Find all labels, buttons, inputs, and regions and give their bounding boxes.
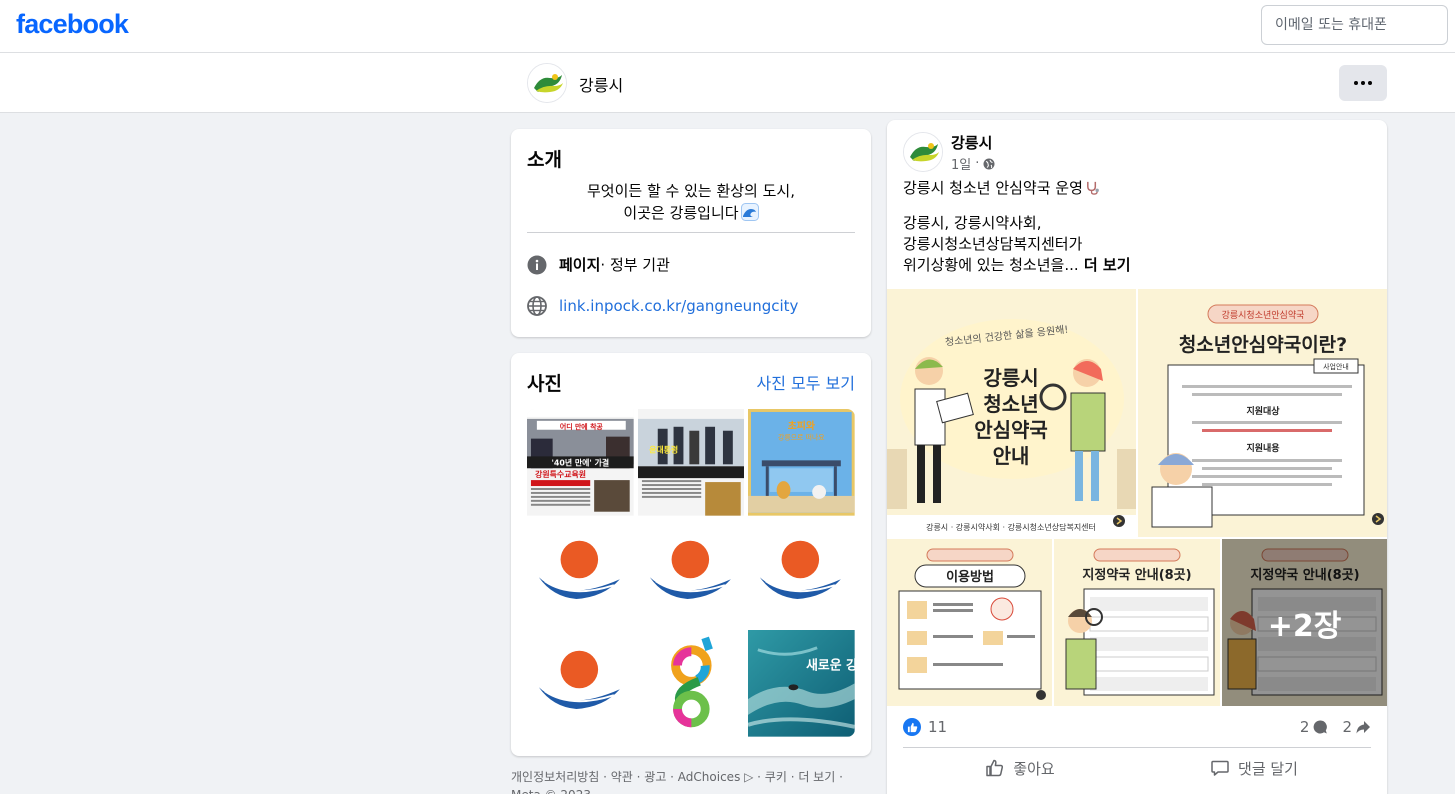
intro-bio: 무엇이든 할 수 있는 환상의 도시, 이곳은 강릉입니다 bbox=[527, 180, 855, 224]
svg-text:강릉시 · 강릉시약사회 · 강릉시청소년상담복지센터: 강릉시 · 강릉시약사회 · 강릉시청소년상담복지센터 bbox=[926, 522, 1096, 532]
image-1-title-3: 안심약국 bbox=[974, 418, 1048, 442]
share-count: 2 bbox=[1342, 718, 1352, 736]
comment-count-icon bbox=[1314, 720, 1328, 734]
website-link[interactable]: link.inpock.co.kr/gangneungcity bbox=[559, 297, 798, 315]
like-count[interactable]: 11 bbox=[928, 718, 947, 736]
dot-icon bbox=[1368, 81, 1372, 85]
post-image-4[interactable]: 지정약국 안내(8곳) bbox=[1054, 539, 1220, 706]
comment-count-wrap[interactable]: 2 bbox=[1300, 718, 1329, 736]
post-actions: 좋아요 댓글 달기 bbox=[903, 752, 1371, 784]
post-line-1: 강릉시 청소년 안심약국 운영 bbox=[903, 179, 1083, 197]
category-value: · 정부 기관 bbox=[600, 256, 670, 274]
photo-logo-sun-4[interactable] bbox=[527, 630, 634, 737]
reactions-bar: 11 2 2 bbox=[903, 717, 1371, 737]
image-1-title-4: 안내 bbox=[993, 444, 1030, 468]
see-more-link[interactable]: 더 보기 bbox=[1079, 256, 1131, 274]
footer-line-1[interactable]: 개인정보처리방침 · 약관 · 광고 · AdChoices ▷ · 쿠키 · … bbox=[511, 768, 871, 786]
page-avatar[interactable] bbox=[527, 63, 567, 103]
comment-button-label: 댓글 달기 bbox=[1238, 759, 1298, 778]
photo-news-clip-2[interactable]: 윤대통령 bbox=[637, 409, 745, 516]
page-category-row: 페이지 · 정부 기관 bbox=[527, 254, 670, 275]
photo-1-headline: 강원특수교육원 bbox=[535, 469, 586, 479]
image-4-title: 지정약국 안내(8곳) bbox=[1082, 567, 1191, 583]
page-name: 강릉시 bbox=[579, 76, 624, 95]
photo-3-headline: 초피와 bbox=[788, 419, 815, 432]
image-2-title: 청소년안심약국이란? bbox=[1179, 334, 1347, 356]
photos-card: 사진 사진 모두 보기 어디 만에 착공 '40년 만에' 가결 강원특수교육원 bbox=[511, 353, 871, 756]
actions-divider bbox=[903, 747, 1371, 748]
svg-text:지원대상: 지원대상 bbox=[1246, 405, 1280, 417]
post-line-3: 강릉시청소년상담복지센터가 bbox=[903, 235, 1083, 253]
dot-icon bbox=[1361, 81, 1365, 85]
post-image-5[interactable]: 지정약국 안내(8곳) +2장 bbox=[1222, 539, 1387, 706]
photo-logo-sun-1[interactable] bbox=[527, 519, 634, 627]
post-image-gallery: 청소년의 건강한 삶을 응원해! 강릉시 청소년 안심약국 안내 강릉시 · 강… bbox=[887, 289, 1387, 706]
post-text: 강릉시 청소년 안심약국 운영 강릉시, 강릉시약사회, 강릉시청소년상담복지센… bbox=[903, 178, 1371, 276]
svg-text:어디 만에 착공: 어디 만에 착공 bbox=[560, 422, 604, 431]
svg-text:강릉으로 떠나요: 강릉으로 떠나요 bbox=[778, 433, 825, 442]
photo-logo-sun-2[interactable] bbox=[637, 519, 745, 627]
svg-text:사업안내: 사업안내 bbox=[1323, 362, 1349, 371]
svg-text:'40년 만에' 가결: '40년 만에' 가결 bbox=[552, 457, 610, 467]
intro-divider bbox=[527, 232, 855, 233]
bio-line-2: 이곳은 강릉입니다 bbox=[623, 204, 739, 222]
photo-logo-sun-3[interactable] bbox=[748, 519, 855, 627]
photo-logo-g[interactable] bbox=[637, 630, 745, 737]
post-author-avatar[interactable] bbox=[903, 132, 943, 172]
post-line-2: 강릉시, 강릉시약사회, bbox=[903, 214, 1042, 232]
website-row: link.inpock.co.kr/gangneungcity bbox=[527, 296, 798, 316]
post-image-1[interactable]: 청소년의 건강한 삶을 응원해! 강릉시 청소년 안심약국 안내 강릉시 · 강… bbox=[887, 289, 1136, 537]
facebook-logo[interactable]: facebook bbox=[16, 9, 129, 40]
like-reaction-icon[interactable] bbox=[903, 718, 921, 736]
category-label: 페이지 bbox=[559, 256, 601, 274]
intro-title: 소개 bbox=[527, 149, 562, 171]
top-navigation-bar: facebook bbox=[0, 0, 1455, 53]
image-3-title: 이용방법 bbox=[946, 569, 994, 585]
footer-links: 개인정보처리방침 · 약관 · 광고 · AdChoices ▷ · 쿠키 · … bbox=[511, 768, 871, 794]
comment-count: 2 bbox=[1299, 718, 1310, 736]
post-line-4: 위기상황에 있는 청소년을... bbox=[903, 256, 1079, 274]
comment-button[interactable]: 댓글 달기 bbox=[1137, 752, 1371, 784]
stethoscope-emoji-icon bbox=[1086, 181, 1099, 195]
intro-card: 소개 무엇이든 할 수 있는 환상의 도시, 이곳은 강릉입니다 페이지 · 정… bbox=[511, 129, 871, 337]
photo-bus-stop[interactable]: 초피와 강릉으로 떠나요 bbox=[748, 409, 855, 516]
post-image-3[interactable]: 이용방법 bbox=[887, 539, 1052, 706]
post-author-name[interactable]: 강릉시 bbox=[951, 132, 992, 153]
thumbs-up-icon bbox=[986, 759, 1004, 777]
more-images-overlay[interactable]: +2장 bbox=[1222, 539, 1387, 706]
bio-line-2-wrap: 이곳은 강릉입니다 bbox=[527, 202, 855, 224]
info-icon bbox=[527, 255, 547, 275]
share-count-wrap[interactable]: 2 bbox=[1342, 718, 1371, 736]
public-globe-icon bbox=[983, 158, 995, 169]
email-or-phone-input[interactable] bbox=[1261, 5, 1448, 45]
photos-title: 사진 bbox=[527, 373, 562, 395]
share-count-icon bbox=[1356, 721, 1370, 734]
image-2-badge: 강릉시청소년안심약국 bbox=[1222, 309, 1305, 321]
dot-separator: · bbox=[975, 156, 980, 171]
photo-news-clip-1[interactable]: 어디 만에 착공 '40년 만에' 가결 강원특수교육원 bbox=[527, 409, 634, 516]
wave-emoji-icon bbox=[740, 203, 759, 221]
more-options-button[interactable] bbox=[1339, 65, 1387, 101]
footer-line-2: Meta © 2023 bbox=[511, 786, 871, 794]
post-image-2[interactable]: 강릉시청소년안심약국 청소년안심약국이란? 사업안내 지원대상 지원내용 bbox=[1138, 289, 1387, 537]
post-meta: 1일 · bbox=[951, 154, 995, 173]
dot-icon bbox=[1354, 81, 1358, 85]
post-time[interactable]: 1일 bbox=[951, 154, 971, 173]
like-button[interactable]: 좋아요 bbox=[903, 752, 1137, 784]
photo-2-headline: 윤대통령 bbox=[649, 444, 678, 454]
comment-icon bbox=[1211, 760, 1229, 776]
engagement-counts: 2 2 bbox=[1300, 718, 1371, 736]
image-1-title-1: 강릉시 bbox=[983, 366, 1038, 390]
page-header: 강릉시 bbox=[0, 53, 1455, 113]
like-button-label: 좋아요 bbox=[1013, 759, 1055, 778]
post-card: 강릉시 1일 · 강릉시 청소년 안심약국 운영 강릉시, 강릉시약사회, 강릉… bbox=[887, 120, 1387, 794]
svg-text:지원내용: 지원내용 bbox=[1246, 442, 1279, 454]
globe-icon bbox=[527, 296, 547, 316]
photo-ocean-surfer[interactable]: 새로운 강 bbox=[748, 630, 855, 737]
photo-9-headline: 새로운 강 bbox=[806, 658, 855, 674]
photo-grid: 어디 만에 착공 '40년 만에' 가결 강원특수교육원 윤대통령 초피와 강릉… bbox=[527, 409, 855, 737]
image-1-title-2: 청소년 bbox=[983, 392, 1038, 416]
see-all-photos-link[interactable]: 사진 모두 보기 bbox=[757, 370, 856, 394]
bio-line-1: 무엇이든 할 수 있는 환상의 도시, bbox=[586, 182, 795, 200]
